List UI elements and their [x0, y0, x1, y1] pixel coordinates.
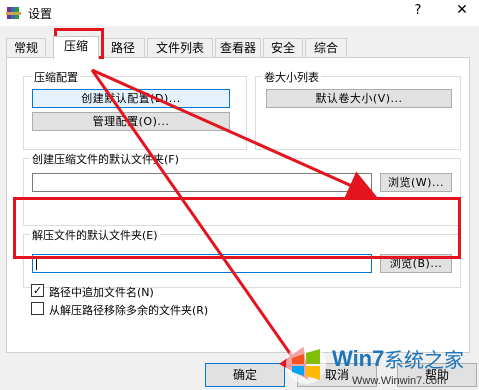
- watermark-logo-text: Win7: [332, 346, 384, 371]
- remove-redundant-label: 从解压路径移除多余的文件夹(R): [49, 304, 209, 317]
- tab-paths[interactable]: 路径: [101, 38, 145, 58]
- extract-folder-highlight-box: [13, 197, 461, 259]
- default-volume-size-button[interactable]: 默认卷大小(V)...: [266, 89, 452, 108]
- watermark-logo: Win7 系统之家 Www.Winwin7.com: [280, 336, 479, 390]
- title-bar: 设置 ? ✕: [0, 0, 479, 26]
- create-archive-folder-input[interactable]: [32, 173, 372, 192]
- tab-misc[interactable]: 综合: [305, 38, 347, 58]
- remove-redundant-checkbox[interactable]: [31, 302, 44, 315]
- checkmark-icon[interactable]: ✓: [31, 284, 44, 297]
- tab-compression[interactable]: 压缩: [53, 36, 99, 59]
- close-button[interactable]: ✕: [452, 2, 472, 22]
- volume-sizes-group: 卷大小列表 默认卷大小(V)...: [255, 69, 461, 150]
- window-title: 设置: [28, 7, 53, 21]
- browse-create-folder-button[interactable]: 浏览(W)...: [380, 173, 452, 192]
- watermark-url: Www.Winwin7.com: [352, 375, 446, 387]
- tab-viewer[interactable]: 查看器: [215, 38, 261, 58]
- create-archive-folder-label: 创建压缩文件的默认文件夹(F): [30, 151, 181, 167]
- winrar-icon: [6, 7, 21, 19]
- tab-file-list[interactable]: 文件列表: [147, 38, 213, 58]
- tab-security[interactable]: 安全: [263, 38, 303, 58]
- tab-general[interactable]: 常规: [6, 38, 46, 58]
- manage-profiles-button[interactable]: 管理配置(O)...: [32, 112, 230, 131]
- compression-profiles-group: 压缩配置 创建默认配置(D)... 管理配置(O)...: [23, 69, 247, 150]
- create-default-profile-button[interactable]: 创建默认配置(D)...: [32, 89, 230, 108]
- volume-sizes-label: 卷大小列表: [262, 69, 321, 85]
- append-name-label: 路径中追加文件名(N): [49, 286, 154, 299]
- watermark-brand: 系统之家: [384, 348, 464, 372]
- compression-profiles-label: 压缩配置: [32, 69, 80, 85]
- help-title-button[interactable]: ?: [408, 3, 428, 23]
- ok-button[interactable]: 确定: [205, 363, 285, 387]
